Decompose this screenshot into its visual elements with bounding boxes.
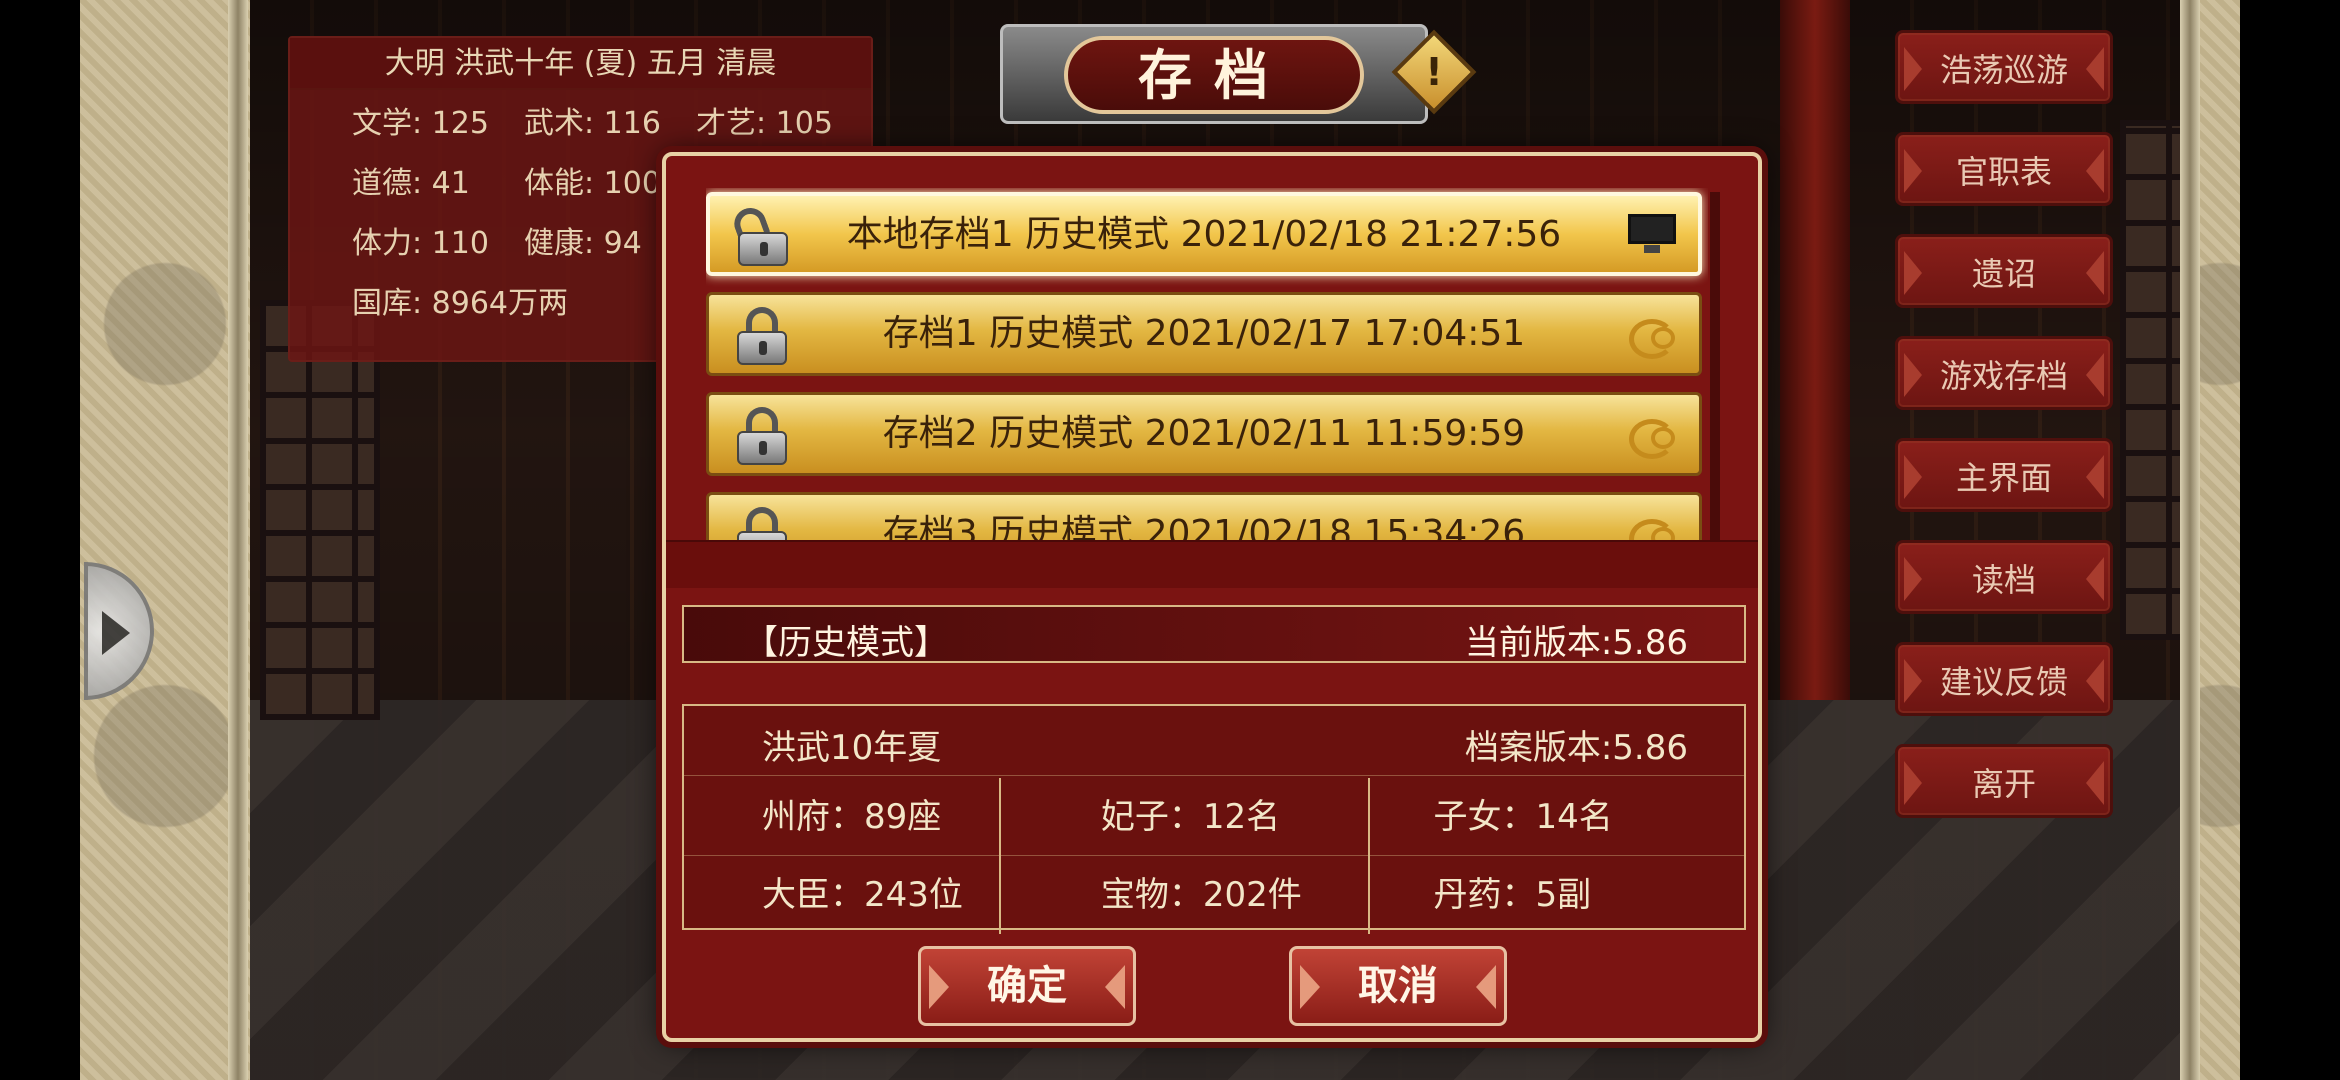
right-letterbox (2240, 0, 2340, 1080)
alert-mark: ! (1425, 50, 1443, 94)
current-version: 当前版本:5.86 (1464, 623, 1688, 663)
menu-tour-button[interactable]: 浩荡巡游 (1895, 30, 2113, 104)
monitor-icon (1628, 214, 1676, 254)
stat-treasury: 国库: 8964万两 (352, 286, 568, 321)
right-ornament-border (2200, 0, 2240, 1080)
info-row: 州府：89座 妃子：12名 子女：14名 (684, 778, 1744, 856)
save-slot-label: 存档2 历史模式 2021/02/11 11:59:59 (882, 413, 1526, 454)
menu-feedback-button[interactable]: 建议反馈 (1895, 642, 2113, 716)
save-slot-2[interactable]: 存档2 历史模式 2021/02/11 11:59:59 (706, 392, 1702, 476)
ministers-count: 大臣：243位 (684, 856, 1001, 934)
stat-stamina: 体力: 110 (352, 226, 489, 261)
info-row: 大臣：243位 宝物：202件 丹药：5副 (684, 856, 1744, 934)
pills-count: 丹药：5副 (1433, 875, 1592, 915)
save-version: 档案版本:5.86 (1464, 728, 1688, 768)
save-slot-label: 本地存档1 历史模式 2021/02/18 21:27:56 (846, 214, 1562, 255)
menu-main-screen-button[interactable]: 主界面 (1895, 438, 2113, 512)
red-pillar (1780, 0, 1850, 700)
save-info-header: 【历史模式】 当前版本:5.86 (682, 605, 1746, 663)
consorts-count: 妃子：12名 (1001, 778, 1370, 856)
save-slot-label: 存档1 历史模式 2021/02/17 17:04:51 (882, 313, 1526, 354)
save-slot-list[interactable]: 本地存档1 历史模式 2021/02/18 21:27:56 存档1 历史模式 … (706, 188, 1708, 542)
menu-official-ranks-button[interactable]: 官职表 (1895, 132, 2113, 206)
stats-row-1: 文学: 125 武术: 116 才艺: 105 (290, 90, 871, 150)
treasures-count: 宝物：202件 (1001, 856, 1370, 934)
right-frame-line (2180, 0, 2200, 1080)
stat-martial: 武术: 116 (524, 106, 661, 141)
left-ornament-border (80, 0, 250, 1080)
era-label: 洪武10年夏 (762, 728, 942, 768)
left-frame-line (228, 0, 248, 1080)
lock-icon (737, 407, 787, 465)
menu-will-button[interactable]: 遗诏 (1895, 234, 2113, 308)
side-menu: 浩荡巡游 官职表 遗诏 游戏存档 主界面 读档 建议反馈 离开 (1895, 30, 2113, 846)
lattice-window-left (260, 300, 380, 720)
menu-exit-button[interactable]: 离开 (1895, 744, 2113, 818)
slot-list-footer (666, 540, 1758, 588)
unlock-icon (729, 203, 788, 266)
menu-load-button[interactable]: 读档 (1895, 540, 2113, 614)
stat-talent: 才艺: 105 (696, 106, 833, 141)
save-slot-1[interactable]: 存档1 历史模式 2021/02/17 17:04:51 (706, 292, 1702, 376)
children-count: 子女：14名 (1433, 797, 1613, 837)
slot-scrollbar[interactable] (1710, 192, 1720, 542)
stat-morality: 道德: 41 (352, 166, 470, 201)
stat-literature: 文学: 125 (352, 106, 489, 141)
menu-save-game-button[interactable]: 游戏存档 (1895, 336, 2113, 410)
save-slot-label: 存档3 历史模式 2021/02/18 15:34:26 (882, 513, 1526, 542)
prefectures-count: 州府：89座 (684, 778, 1001, 856)
mode-label: 【历史模式】 (744, 623, 948, 663)
cloud-icon (1629, 309, 1679, 359)
cloud-icon (1629, 409, 1679, 459)
confirm-button[interactable]: 确定 (918, 946, 1136, 1026)
dialog-title: 存档 (1064, 36, 1364, 114)
lock-icon (737, 507, 787, 542)
cloud-icon (1629, 509, 1679, 542)
save-slot-local-1[interactable]: 本地存档1 历史模式 2021/02/18 21:27:56 (706, 192, 1702, 276)
lock-icon (737, 307, 787, 365)
cancel-button[interactable]: 取消 (1289, 946, 1507, 1026)
save-slot-3[interactable]: 存档3 历史模式 2021/02/18 15:34:26 (706, 492, 1702, 542)
save-info-top: 洪武10年夏 档案版本:5.86 (684, 706, 1744, 776)
save-info-table: 洪武10年夏 档案版本:5.86 州府：89座 妃子：12名 子女：14名 大臣… (682, 704, 1746, 934)
date-title: 大明 洪武十年 (夏) 五月 清晨 (290, 38, 871, 90)
left-letterbox (0, 0, 80, 1080)
